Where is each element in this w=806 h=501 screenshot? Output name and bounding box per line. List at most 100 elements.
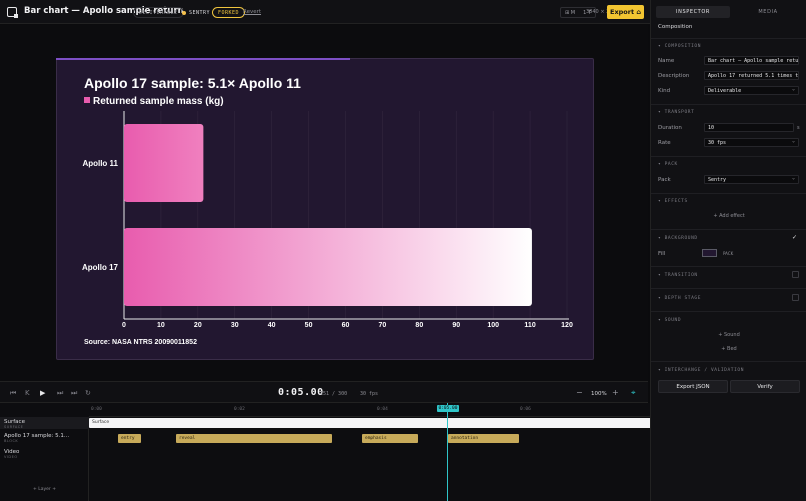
ruler-tick: 0:06 xyxy=(520,407,531,412)
track-surface[interactable]: Surface SURFACE xyxy=(4,419,25,429)
x-tick-label: 60 xyxy=(342,322,350,329)
category-label: Apollo 17 xyxy=(82,263,119,272)
fill-swatch[interactable] xyxy=(702,249,717,257)
panel-tabs: INSPECTOR MEDIA xyxy=(651,6,806,18)
x-tick-label: 110 xyxy=(524,322,535,329)
frame-counter: 151 / 300 xyxy=(320,391,348,397)
tab-inspector[interactable]: INSPECTOR xyxy=(656,6,730,18)
transport-bar: ⏮ K ▶ ⏭ ⏭ ↻ 0:05.00 151 / 300 30 fps − 1… xyxy=(0,381,648,403)
section-pack[interactable]: ▾ PACK xyxy=(658,162,678,167)
view-toggle-a[interactable]: ⊞ M xyxy=(561,8,579,17)
chart-card: Apollo 17 sample: 5.1× Apollo 11 Returne… xyxy=(56,58,594,360)
x-tick-label: 10 xyxy=(157,322,165,329)
name-field[interactable]: Bar chart — Apollo sample retu xyxy=(704,56,799,65)
clip-reveal[interactable]: reveal xyxy=(176,434,332,443)
fps-label: 30 fps xyxy=(360,391,379,397)
pack-select[interactable]: Sentry xyxy=(704,175,799,184)
x-tick-label: 90 xyxy=(452,322,460,329)
x-tick-label: 20 xyxy=(194,322,202,329)
duration-unit: s xyxy=(797,125,800,131)
category-label: Apollo 11 xyxy=(82,159,118,168)
bar xyxy=(124,124,204,202)
prev-frame-icon[interactable]: K xyxy=(25,389,30,397)
rate-select[interactable]: 30 fps xyxy=(704,138,799,147)
add-bed-button[interactable]: + Bed xyxy=(658,346,800,352)
x-tick-label: 120 xyxy=(561,322,573,329)
playhead[interactable] xyxy=(447,403,448,501)
skip-start-icon[interactable]: ⏮ xyxy=(10,389,16,398)
play-icon[interactable]: ▶ xyxy=(40,389,45,397)
zoom-out-icon[interactable]: − xyxy=(576,388,583,397)
x-tick-label: 100 xyxy=(487,322,499,329)
fill-source: PACK xyxy=(723,251,734,256)
transition-checkbox[interactable] xyxy=(792,271,799,278)
zoom-level: 100% xyxy=(591,391,607,397)
clip-emphasis[interactable]: emphasis xyxy=(362,434,418,443)
background-check-icon[interactable]: ✓ xyxy=(792,234,799,241)
section-composition[interactable]: ▾ COMPOSITION xyxy=(658,44,701,49)
loop-icon[interactable]: ↻ xyxy=(85,389,91,397)
rate-label: Rate xyxy=(658,140,671,146)
ruler-tick: 0:02 xyxy=(234,407,245,412)
playhead-label[interactable]: 0:05.00 xyxy=(437,405,459,412)
legend-swatch xyxy=(84,97,90,103)
section-interchange[interactable]: ▾ INTERCHANGE / VALIDATION xyxy=(658,368,744,373)
track-type: SURFACE xyxy=(4,425,24,429)
skip-end-icon[interactable]: ⏭ xyxy=(71,389,77,398)
track-video[interactable]: Video VIDEO xyxy=(4,449,19,459)
section-background[interactable]: ▾ BACKGROUND xyxy=(658,236,698,241)
add-effect-button[interactable]: + Add effect xyxy=(658,213,800,219)
section-depth-stage[interactable]: ▾ DEPTH STAGE xyxy=(658,296,701,301)
track-type: BLOCK xyxy=(4,439,19,443)
x-tick-label: 0 xyxy=(122,322,126,329)
fill-label: Fill xyxy=(658,251,666,257)
description-field[interactable]: Apollo 17 returned 5.1 times th xyxy=(704,71,799,80)
revert-link[interactable]: Revert xyxy=(243,9,261,15)
zoom-in-icon[interactable]: + xyxy=(612,388,619,397)
description-label: Description xyxy=(658,73,690,79)
legend-label: Returned sample mass (kg) xyxy=(93,96,224,107)
export-button[interactable]: Export ⌂ xyxy=(607,5,644,19)
section-sound[interactable]: ▾ SOUND xyxy=(658,318,681,323)
app-logo-icon[interactable] xyxy=(7,7,18,18)
pack-badge: SENTRY xyxy=(177,7,215,18)
add-sound-button[interactable]: + Sound xyxy=(658,332,800,338)
pack-label: Pack xyxy=(658,177,671,183)
next-frame-icon[interactable]: ⏭ xyxy=(57,389,63,398)
panel-heading: Composition xyxy=(658,24,693,30)
depth-checkbox[interactable] xyxy=(792,294,799,301)
chart-title: Apollo 17 sample: 5.1× Apollo 11 xyxy=(84,75,301,91)
ruler-tick: 0:04 xyxy=(377,407,388,412)
bar-chart: Apollo 17 sample: 5.1× Apollo 11 Returne… xyxy=(82,75,573,346)
x-tick-label: 30 xyxy=(231,322,239,329)
section-transition[interactable]: ▾ TRANSITION xyxy=(658,273,698,278)
track-block[interactable]: Apollo 17 sample: 5.1... BLOCK xyxy=(4,433,69,443)
ruler-tick: 0:00 xyxy=(91,407,102,412)
duration-label: Duration xyxy=(658,125,682,131)
x-tick-label: 40 xyxy=(268,322,276,329)
x-tick-label: 80 xyxy=(415,322,423,329)
snap-icon[interactable]: ⌖ xyxy=(631,388,636,398)
track-type: VIDEO xyxy=(4,455,18,459)
track-list: Surface SURFACE Apollo 17 sample: 5.1... B… xyxy=(0,417,89,501)
kind-label: Kind xyxy=(658,88,671,94)
verify-button[interactable]: Verify xyxy=(730,380,800,393)
name-label: Name xyxy=(658,58,675,64)
x-tick-label: 50 xyxy=(305,322,313,329)
clip-annotation[interactable]: annotation xyxy=(448,434,519,443)
kind-select[interactable]: Deliverable xyxy=(704,86,799,95)
chart-source: Source: NASA NTRS 20090011852 xyxy=(84,339,197,346)
clip-entry[interactable]: entry xyxy=(118,434,141,443)
x-tick-label: 70 xyxy=(379,322,387,329)
timecode: 0:05.00 xyxy=(278,387,324,398)
export-json-button[interactable]: Export JSON xyxy=(658,380,728,393)
section-transport[interactable]: ▾ TRANSPORT xyxy=(658,110,694,115)
forked-badge: FORKED xyxy=(212,7,246,18)
render-progress xyxy=(56,58,350,60)
duration-field[interactable]: 10 xyxy=(704,123,794,132)
bar xyxy=(124,228,532,306)
add-layer-button[interactable]: + Layer + xyxy=(0,487,89,492)
section-effects[interactable]: ▾ EFFECTS xyxy=(658,199,688,204)
inspector-panel: INSPECTOR MEDIA Composition ▾ COMPOSITIO… xyxy=(650,0,806,501)
tab-media[interactable]: MEDIA xyxy=(731,6,805,18)
